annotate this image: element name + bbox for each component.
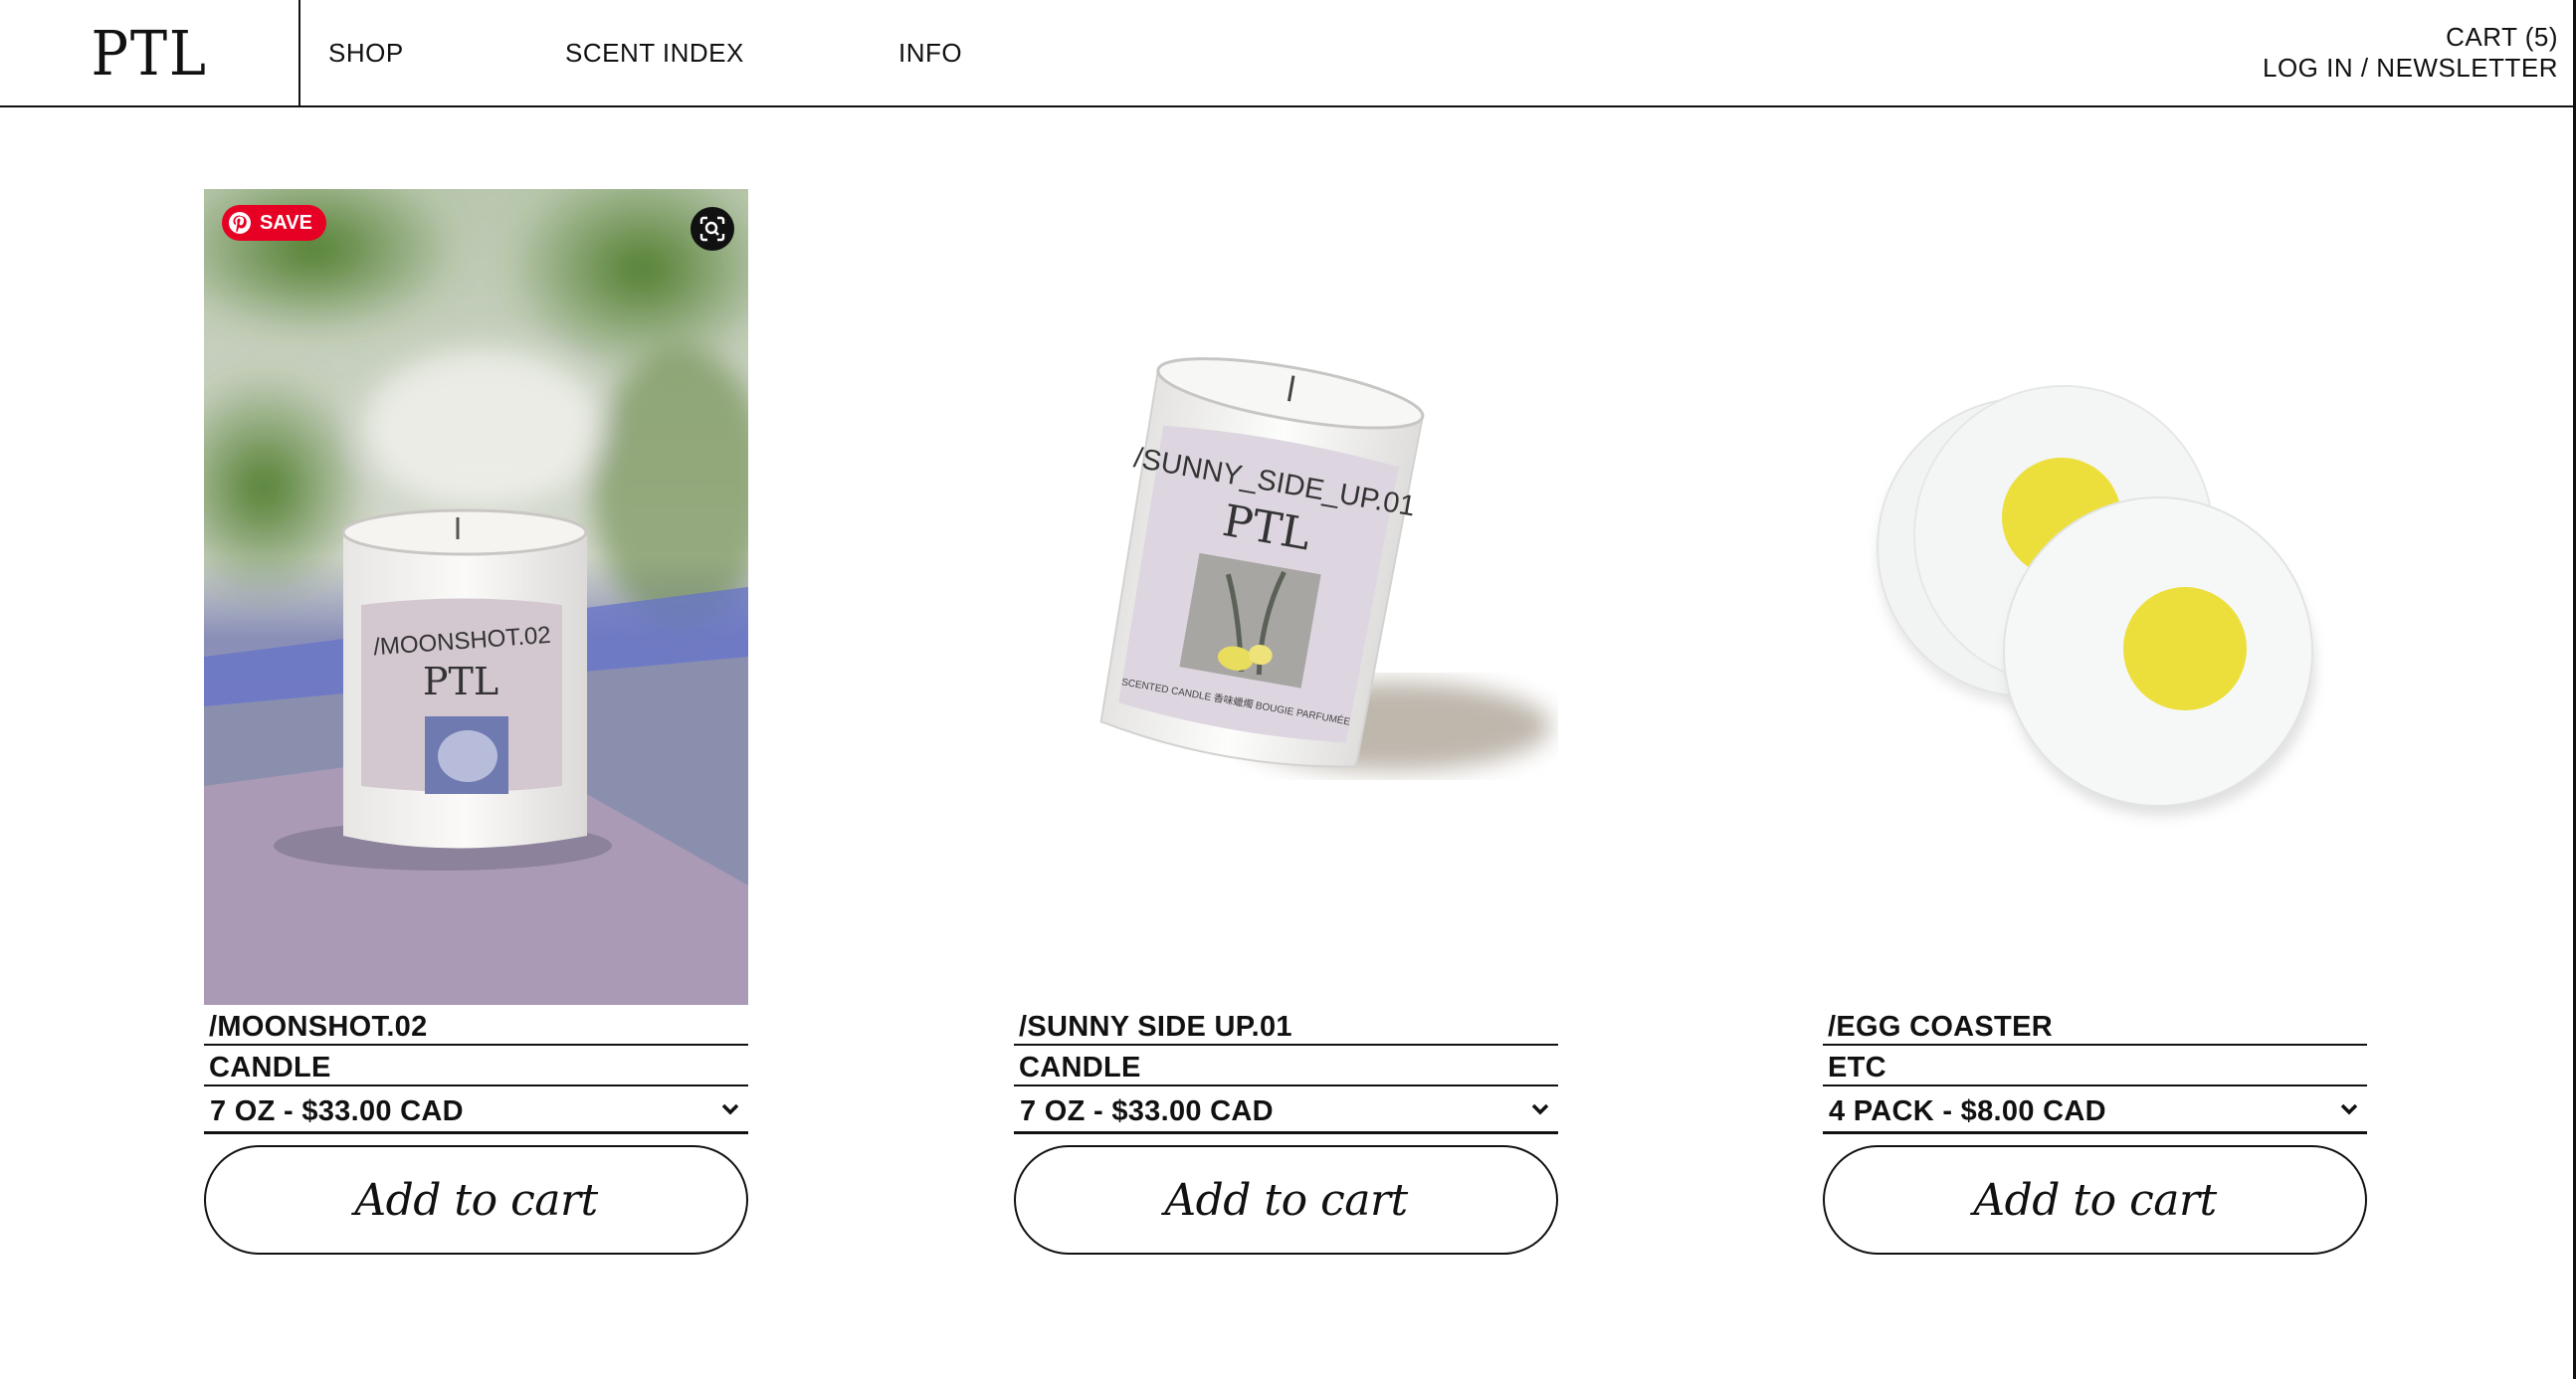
site-header: PTL SHOP SCENT INDEX INFO CART (5) LOG I… bbox=[0, 0, 2576, 107]
cart-link[interactable]: CART (5) bbox=[2263, 22, 2558, 53]
product-card-sunny-side-up: /SUNNY_SIDE_UP.01 PTL SCENTED CANDLE 香味蠟… bbox=[1014, 189, 1558, 1255]
pinterest-save-label: SAVE bbox=[260, 211, 312, 234]
egg-coaster-photo bbox=[1823, 189, 2367, 1005]
variant-select[interactable]: 7 OZ - $33.00 CAD bbox=[204, 1086, 748, 1134]
product-image-egg-coaster[interactable] bbox=[1823, 189, 2367, 1005]
moonshot-candle-photo: /MOONSHOT.02 PTL bbox=[204, 189, 748, 1005]
moonshot-label-brand: PTL bbox=[423, 660, 498, 703]
account-links: CART (5) LOG IN / NEWSLETTER bbox=[2263, 22, 2558, 84]
nav-scent-index[interactable]: SCENT INDEX bbox=[565, 38, 744, 69]
product-card-moonshot: /MOONSHOT.02 PTL SAVE /MOONSHOT.02 CANDL… bbox=[204, 189, 748, 1255]
variant-select[interactable]: 7 OZ - $33.00 CAD bbox=[1014, 1086, 1558, 1134]
pinterest-save-button[interactable]: SAVE bbox=[222, 205, 326, 241]
variant-select-value: 7 OZ - $33.00 CAD bbox=[210, 1095, 464, 1127]
variant-select[interactable]: 4 PACK - $8.00 CAD bbox=[1823, 1086, 2367, 1134]
add-to-cart-button[interactable]: Add to cart bbox=[1823, 1145, 2367, 1255]
product-name[interactable]: /MOONSHOT.02 bbox=[204, 1005, 748, 1046]
lens-search-icon bbox=[699, 216, 725, 242]
add-to-cart-button[interactable]: Add to cart bbox=[1014, 1145, 1558, 1255]
nav-shop[interactable]: SHOP bbox=[328, 38, 404, 69]
nav-info[interactable]: INFO bbox=[898, 38, 962, 69]
product-image-moonshot[interactable]: /MOONSHOT.02 PTL SAVE bbox=[204, 189, 748, 1005]
product-name[interactable]: /SUNNY SIDE UP.01 bbox=[1014, 1005, 1558, 1046]
sunny-side-up-candle-photo: /SUNNY_SIDE_UP.01 PTL SCENTED CANDLE 香味蠟… bbox=[1014, 189, 1558, 1005]
product-type: ETC bbox=[1823, 1046, 2367, 1086]
logo-link[interactable]: PTL bbox=[0, 0, 300, 107]
chevron-down-icon bbox=[1531, 1103, 1549, 1115]
variant-select-value: 4 PACK - $8.00 CAD bbox=[1829, 1095, 2106, 1127]
pinterest-icon bbox=[229, 212, 251, 234]
product-type: CANDLE bbox=[1014, 1046, 1558, 1086]
visual-search-lens-button[interactable] bbox=[691, 207, 734, 251]
logo: PTL bbox=[91, 17, 208, 90]
product-name[interactable]: /EGG COASTER bbox=[1823, 1005, 2367, 1046]
add-to-cart-button[interactable]: Add to cart bbox=[204, 1145, 748, 1255]
variant-select-value: 7 OZ - $33.00 CAD bbox=[1020, 1095, 1274, 1127]
product-card-egg-coaster: /EGG COASTER ETC 4 PACK - $8.00 CAD Add … bbox=[1823, 189, 2367, 1255]
product-image-sunny-side-up[interactable]: /SUNNY_SIDE_UP.01 PTL SCENTED CANDLE 香味蠟… bbox=[1014, 189, 1558, 1005]
product-type: CANDLE bbox=[204, 1046, 748, 1086]
login-newsletter-link[interactable]: LOG IN / NEWSLETTER bbox=[2263, 53, 2558, 84]
chevron-down-icon bbox=[2340, 1103, 2358, 1115]
chevron-down-icon bbox=[721, 1103, 739, 1115]
